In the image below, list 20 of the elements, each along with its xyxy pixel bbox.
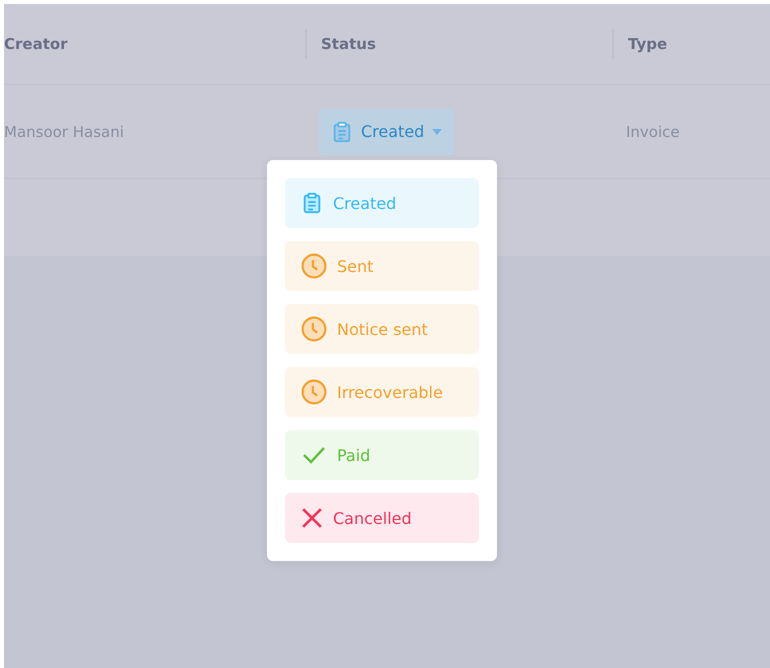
status-dropdown[interactable]: Created — [319, 108, 454, 154]
clock-icon — [301, 316, 327, 342]
checkmark-icon — [301, 445, 327, 465]
status-option[interactable]: Sent — [285, 241, 479, 291]
clipboard-icon — [331, 120, 353, 144]
status-option[interactable]: Irrecoverable — [285, 367, 479, 417]
clock-icon — [301, 379, 327, 405]
cross-icon — [301, 507, 323, 529]
status-option[interactable]: Paid — [285, 430, 479, 480]
table-cell-text: Invoice — [625, 122, 681, 140]
clipboard-icon — [301, 191, 323, 215]
status-option[interactable]: Cancelled — [285, 493, 479, 543]
status-option[interactable]: Notice sent — [285, 304, 479, 354]
column-header: Type — [612, 29, 770, 59]
clock-icon — [301, 253, 327, 279]
caret-icon — [432, 128, 442, 134]
column-header: Status — [305, 29, 612, 59]
column-header: Creator — [4, 34, 69, 55]
status-option[interactable]: Created — [285, 178, 479, 228]
table-cell-text: Mansoor Hasani — [4, 122, 125, 140]
